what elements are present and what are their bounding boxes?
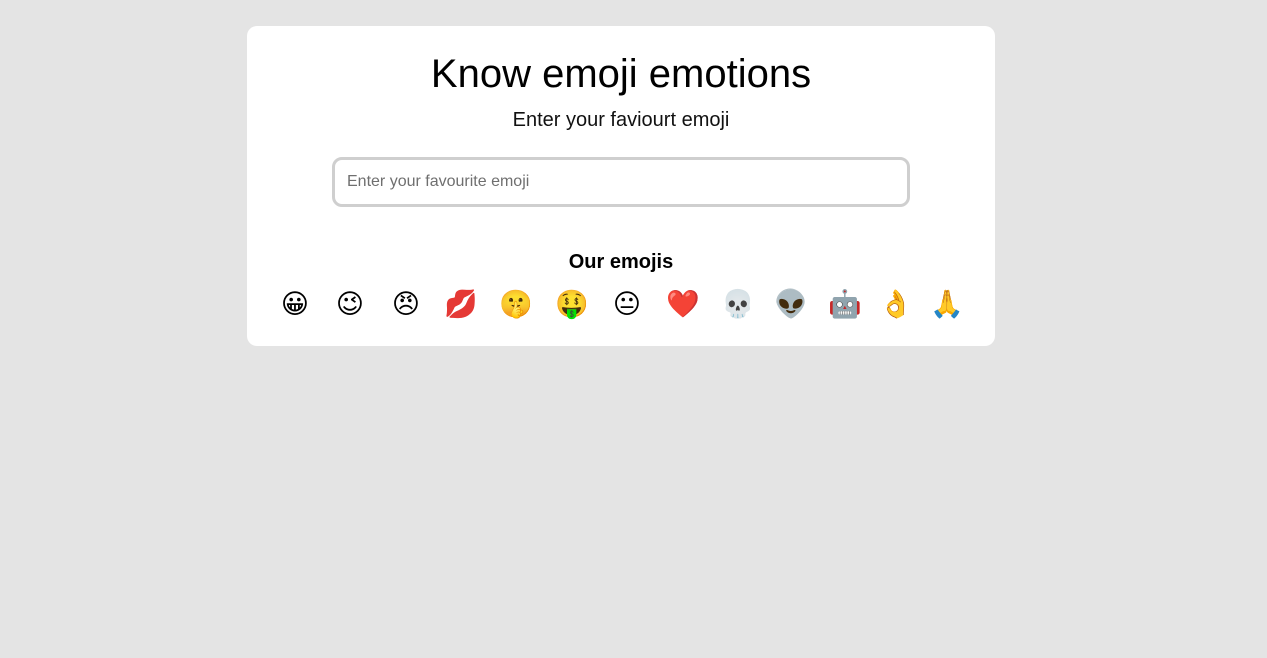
emoji-search-input[interactable]	[332, 157, 910, 207]
emojis-section-heading: Our emojis	[568, 251, 674, 273]
emoji-ok-hand-icon[interactable]: 👌	[879, 288, 913, 322]
emoji-list: 😀 😉 😠 💋 🤫 🤑 😐 ❤️ 💀 👽 🤖 👌 🙏	[247, 288, 995, 322]
emoji-robot-icon[interactable]: 🤖	[828, 288, 862, 322]
page-subtitle: Enter your faviourt emoji	[512, 109, 730, 131]
emoji-alien-icon[interactable]: 👽	[774, 288, 808, 322]
emoji-grinning-face-icon[interactable]: 😀	[278, 288, 312, 322]
emoji-folded-hands-icon[interactable]: 🙏	[930, 288, 964, 322]
emoji-kiss-mark-icon[interactable]: 💋	[444, 288, 478, 322]
main-card: Know emoji emotions Enter your faviourt …	[247, 26, 995, 346]
emoji-shushing-face-icon[interactable]: 🤫	[499, 288, 533, 322]
emoji-red-heart-icon[interactable]: ❤️	[666, 288, 700, 322]
page-title: Know emoji emotions	[430, 52, 812, 96]
emoji-money-mouth-face-icon[interactable]: 🤑	[555, 288, 589, 322]
emoji-winking-face-icon[interactable]: 😉	[333, 288, 367, 322]
emoji-neutral-face-icon[interactable]: 😐	[610, 288, 644, 322]
emoji-skull-icon[interactable]: 💀	[721, 288, 755, 322]
emoji-angry-face-icon[interactable]: 😠	[389, 288, 423, 322]
